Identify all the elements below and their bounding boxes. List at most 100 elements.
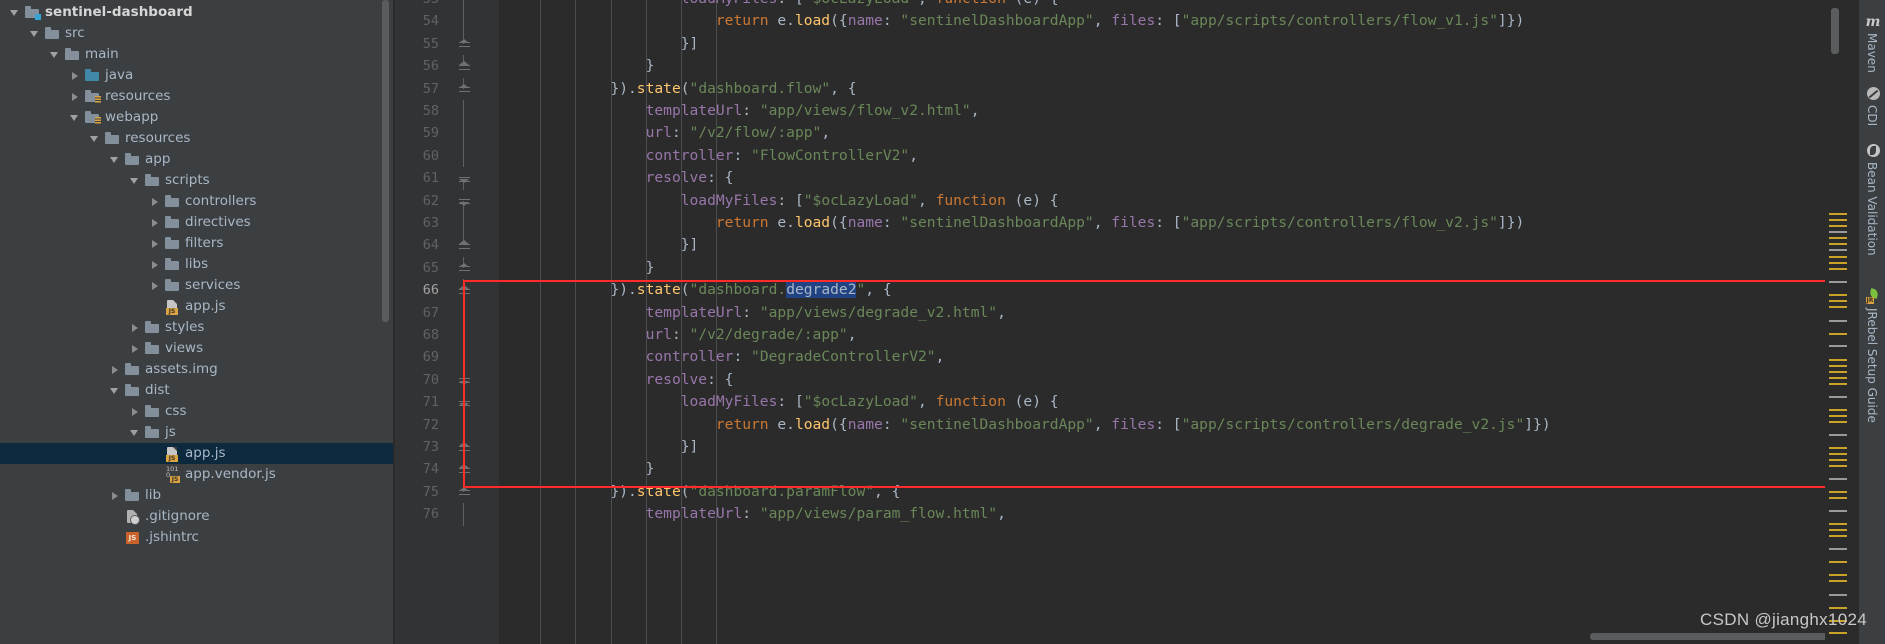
code-line[interactable]: url: "/v2/flow/:app", [505,122,831,144]
code-line[interactable]: resolve: { [505,167,734,189]
line-number[interactable]: 55 [395,33,439,55]
error-stripe-mark[interactable] [1829,491,1847,493]
chevron-right-icon[interactable] [130,406,141,417]
code-line[interactable]: return e.load({name: "sentinelDashboardA… [505,414,1551,436]
error-stripe-mark[interactable] [1829,594,1847,596]
error-stripe-mark[interactable] [1829,465,1847,467]
fold-end-marker-icon[interactable] [457,256,470,279]
code-line[interactable]: resolve: { [505,369,734,391]
error-stripe-mark[interactable] [1829,281,1847,283]
error-stripe-mark[interactable] [1829,523,1847,525]
error-stripe-mark[interactable] [1829,225,1847,227]
error-stripe-mark[interactable] [1829,580,1847,582]
code-editor[interactable]: 5354555657585960616263646566676869707172… [395,0,1825,644]
line-number[interactable]: 75 [395,481,439,503]
fold-end-marker-icon[interactable] [457,55,470,77]
chevron-right-icon[interactable] [150,196,161,207]
error-stripe-mark[interactable] [1829,548,1847,550]
error-stripe-mark[interactable] [1829,434,1847,436]
line-number[interactable]: 61 [395,167,439,189]
line-number[interactable]: 54 [395,10,439,32]
tree-item-styles[interactable]: styles [0,317,395,338]
line-number[interactable]: 74 [395,458,439,480]
line-number[interactable]: 64 [395,234,439,256]
code-line[interactable]: templateUrl: "app/views/flow_v2.html", [505,100,980,122]
chevron-down-icon[interactable] [130,175,141,186]
fold-start-marker-icon[interactable] [457,369,470,392]
code-text-area[interactable]: loadMyFiles: ["$ocLazyLoad", function (e… [499,0,1825,644]
project-tool-window[interactable]: sentinel-dashboard src main java resources we… [0,0,395,644]
tree-item-scripts[interactable]: scripts [0,170,395,191]
tree-item-java[interactable]: java [0,65,395,86]
tree-item-js[interactable]: js [0,422,395,443]
line-number[interactable]: 58 [395,100,439,122]
line-number[interactable]: 56 [395,55,439,77]
line-number[interactable]: 65 [395,257,439,279]
code-line[interactable]: }] [505,33,699,55]
chevron-right-icon[interactable] [150,259,161,270]
error-stripe-mark[interactable] [1829,365,1847,367]
error-stripe-mark[interactable] [1829,268,1847,270]
code-line[interactable]: } [505,458,655,480]
error-stripe-mark[interactable] [1829,371,1847,373]
error-stripe-mark[interactable] [1829,294,1847,296]
code-line[interactable]: url: "/v2/degrade/:app", [505,324,857,346]
chevron-right-icon[interactable] [70,70,81,81]
chevron-right-icon[interactable] [130,322,141,333]
line-number[interactable]: 71 [395,391,439,413]
project-tree[interactable]: sentinel-dashboard src main java resources we… [0,0,395,548]
code-line[interactable]: }).state("dashboard.paramFlow", { [505,481,900,503]
line-number[interactable]: 68 [395,324,439,346]
error-stripe-mark[interactable] [1829,632,1847,634]
chevron-down-icon[interactable] [70,112,81,123]
error-stripe-mark[interactable] [1829,459,1847,461]
line-number[interactable]: 72 [395,414,439,436]
fold-end-marker-icon[interactable] [457,480,470,503]
bean-validation-icon[interactable] [1865,143,1881,159]
error-stripe-mark[interactable] [1829,213,1847,215]
tree-item-lib[interactable]: lib [0,485,395,506]
fold-end-marker-icon[interactable] [457,436,470,458]
tree-item-sentinel-dashboard[interactable]: sentinel-dashboard [0,2,395,23]
error-stripe-mark[interactable] [1829,383,1847,385]
tree-item-directives[interactable]: directives [0,212,395,233]
tree-item-views[interactable]: views [0,338,395,359]
error-stripe-mark[interactable] [1829,529,1847,531]
error-stripe-mark[interactable] [1829,510,1847,512]
error-stripe-mark[interactable] [1829,320,1847,322]
error-stripe-mark[interactable] [1829,262,1847,264]
fold-end-marker-icon[interactable] [457,77,470,100]
line-number[interactable]: 76 [395,503,439,525]
jrebel-icon[interactable]: JR [1865,288,1881,305]
fold-start-marker-icon[interactable] [457,391,470,414]
code-line[interactable]: loadMyFiles: ["$ocLazyLoad", function (e… [505,190,1059,212]
tree-item-css[interactable]: css [0,401,395,422]
chevron-down-icon[interactable] [10,7,21,18]
error-stripe-mark[interactable] [1829,219,1847,221]
fold-end-marker-icon[interactable] [457,32,470,55]
fold-start-marker-icon[interactable] [457,190,470,212]
chevron-down-icon[interactable] [110,154,121,165]
code-line[interactable]: loadMyFiles: ["$ocLazyLoad", function (e… [505,391,1059,413]
error-stripe-mark[interactable] [1829,231,1847,233]
error-stripe-mark[interactable] [1829,447,1847,449]
tree-item-dist[interactable]: dist [0,380,395,401]
tree-item--jshintrc[interactable]: JS .jshintrc [0,527,395,548]
chevron-right-icon[interactable] [150,217,161,228]
tree-item-libs[interactable]: libs [0,254,395,275]
tree-item-resources[interactable]: resources [0,86,395,107]
error-stripe-mark[interactable] [1829,396,1847,398]
fold-end-marker-icon[interactable] [457,234,470,256]
code-line[interactable]: }).state("dashboard.flow", { [505,78,856,100]
tree-item-resources[interactable]: resources [0,128,395,149]
line-number[interactable]: 69 [395,346,439,368]
maven-icon[interactable]: m [1865,14,1881,30]
tree-item-controllers[interactable]: controllers [0,191,395,212]
code-line[interactable]: } [505,55,655,77]
error-stripe-mark[interactable] [1829,497,1847,499]
code-line[interactable]: controller: "FlowControllerV2", [505,145,918,167]
error-stripe-mark[interactable] [1829,345,1847,347]
tree-item-assets-img[interactable]: assets.img [0,359,395,380]
line-number[interactable]: 60 [395,145,439,167]
tree-item-app-js[interactable]: JS app.js [0,443,395,464]
